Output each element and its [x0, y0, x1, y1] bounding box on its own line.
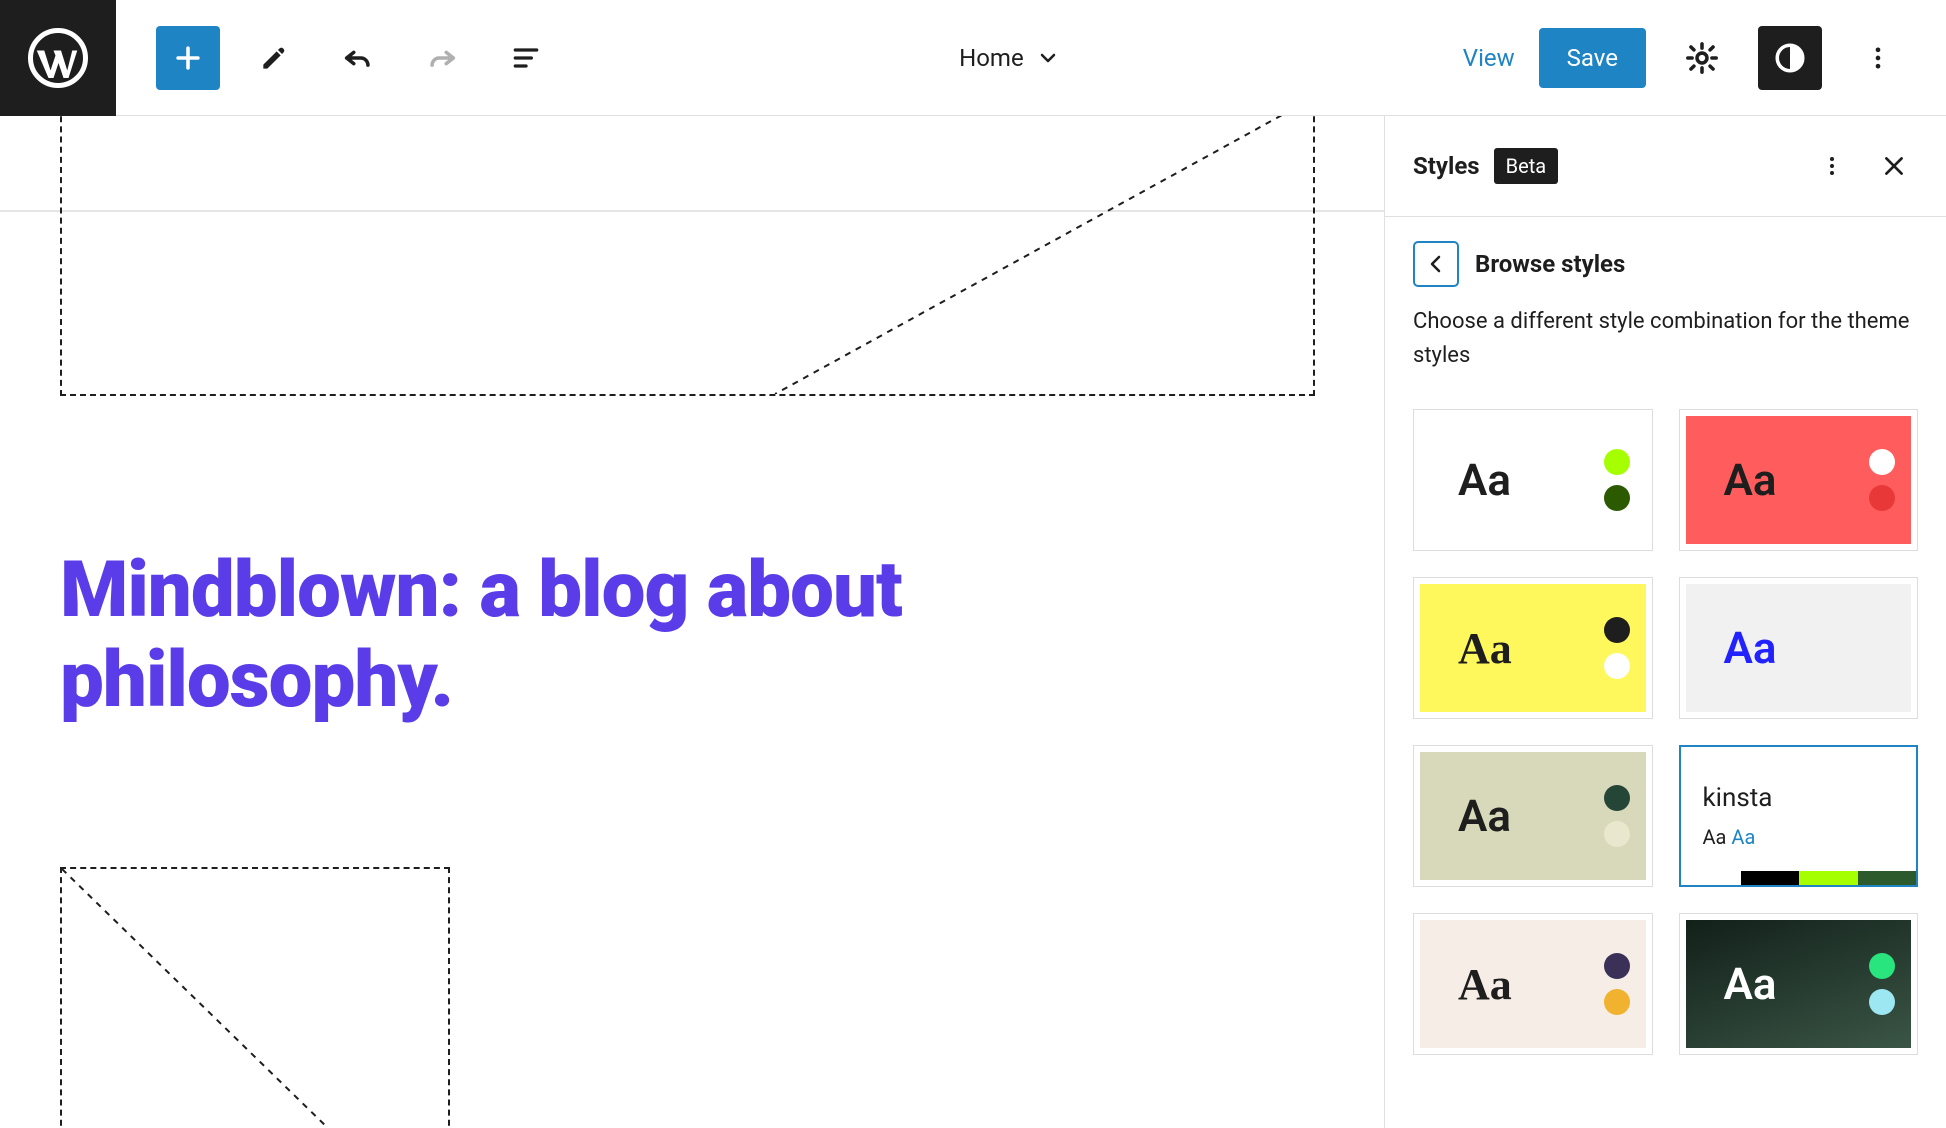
placeholder-diagonal-icon [62, 116, 1313, 394]
placeholder-diagonal-icon [62, 869, 448, 1128]
style-tiles-grid: Aa Aa Aa [1413, 409, 1918, 1055]
settings-button[interactable] [1670, 26, 1734, 90]
style-preview-text: Aa [1724, 958, 1777, 1010]
wordpress-logo[interactable] [0, 0, 116, 116]
color-bar [1741, 871, 1917, 885]
sidebar-more-button[interactable] [1808, 134, 1856, 198]
style-tile-kinsta[interactable]: kinsta Aa Aa [1679, 745, 1919, 887]
chevron-left-icon [1424, 252, 1448, 276]
style-preview-text: Aa [1458, 623, 1512, 674]
style-tile[interactable]: Aa [1679, 913, 1919, 1055]
color-dot-icon [1869, 989, 1895, 1015]
toolbar-right-group: View Save [1463, 26, 1946, 90]
styles-sidebar: Styles Beta Browse sty [1385, 116, 1946, 1128]
pencil-icon [258, 42, 290, 74]
color-dot-icon [1869, 617, 1895, 643]
undo-button[interactable] [328, 28, 388, 88]
beta-badge: Beta [1494, 148, 1559, 184]
page-selector[interactable]: Home [556, 44, 1463, 72]
undo-icon [341, 41, 375, 75]
add-block-button[interactable] [156, 26, 220, 90]
sidebar-title: Styles [1413, 152, 1480, 180]
style-tile[interactable]: Aa [1413, 745, 1653, 887]
sidebar-body: Browse styles Choose a different style c… [1385, 217, 1946, 1079]
page-heading[interactable]: Mindblown: a blog about philosophy. [60, 546, 1060, 725]
style-tile[interactable]: Aa [1679, 409, 1919, 551]
save-button[interactable]: Save [1539, 28, 1646, 88]
plus-icon [171, 41, 205, 75]
panel-description: Choose a different style combination for… [1413, 305, 1918, 373]
editor-top-bar: Home View Save [0, 0, 1946, 116]
style-tile[interactable]: Aa [1413, 913, 1653, 1055]
more-options-button[interactable] [1846, 26, 1910, 90]
edit-tool-button[interactable] [244, 28, 304, 88]
panel-title: Browse styles [1475, 250, 1625, 278]
color-dot-icon [1869, 449, 1895, 475]
back-row: Browse styles [1413, 241, 1918, 287]
color-dot-icon [1869, 485, 1895, 511]
style-preview-text: Aa [1458, 790, 1511, 842]
style-tile[interactable]: Aa [1413, 409, 1653, 551]
list-icon [510, 42, 542, 74]
page-name: Home [959, 44, 1024, 72]
editor-canvas[interactable]: Mindblown: a blog about philosophy. [0, 116, 1385, 1128]
color-dot-icon [1869, 953, 1895, 979]
color-dot-icon [1604, 989, 1630, 1015]
contrast-icon [1773, 41, 1807, 75]
redo-icon [425, 41, 459, 75]
view-link[interactable]: View [1463, 44, 1515, 72]
style-tile[interactable]: Aa [1413, 577, 1653, 719]
style-name: kinsta [1703, 783, 1773, 813]
color-dot-icon [1604, 617, 1630, 643]
more-vertical-icon [1864, 44, 1892, 72]
toolbar-left-group [116, 26, 556, 90]
placeholder-block-bottom[interactable] [60, 867, 450, 1128]
style-preview-text: Aa [1724, 622, 1777, 674]
color-dot-icon [1869, 653, 1895, 679]
editor-body: Mindblown: a blog about philosophy. Styl… [0, 116, 1946, 1128]
color-dot-icon [1604, 485, 1630, 511]
redo-button[interactable] [412, 28, 472, 88]
color-dot-icon [1604, 821, 1630, 847]
color-dot-icon [1604, 449, 1630, 475]
document-overview-button[interactable] [496, 28, 556, 88]
style-tile[interactable]: Aa [1679, 577, 1919, 719]
gear-icon [1685, 41, 1719, 75]
wordpress-icon [28, 28, 88, 88]
placeholder-block-top[interactable] [60, 116, 1315, 396]
style-preview-text: Aa [1458, 454, 1511, 506]
color-dot-icon [1604, 953, 1630, 979]
chevron-down-icon [1036, 46, 1060, 70]
styles-toggle-button[interactable] [1758, 26, 1822, 90]
color-dot-icon [1604, 785, 1630, 811]
back-button[interactable] [1413, 241, 1459, 287]
style-preview-text: Aa [1724, 454, 1777, 506]
close-sidebar-button[interactable] [1870, 134, 1918, 198]
close-icon [1881, 153, 1907, 179]
sidebar-header: Styles Beta [1385, 116, 1946, 217]
color-dot-icon [1604, 653, 1630, 679]
style-preview-text: Aa [1458, 959, 1512, 1010]
style-preview-text: Aa Aa [1703, 825, 1756, 849]
more-vertical-icon [1820, 154, 1844, 178]
